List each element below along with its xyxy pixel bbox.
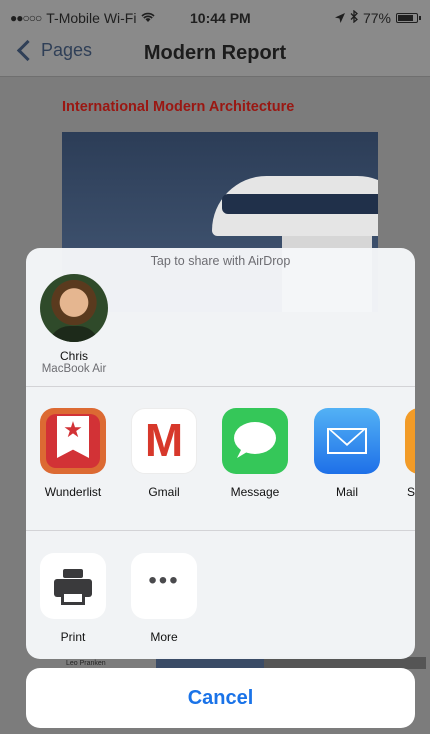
- divider: [26, 530, 415, 531]
- status-bar: ●●○○○ T-Mobile Wi-Fi 10:44 PM 77%: [0, 0, 430, 34]
- wunderlist-icon: ★: [40, 408, 106, 474]
- photo-caption: Leo Pranken: [66, 660, 106, 667]
- share-app-gmail[interactable]: M Gmail: [119, 408, 209, 499]
- contact-device: MacBook Air: [41, 363, 107, 375]
- app-label: Mail: [335, 485, 358, 499]
- action-label: Print: [60, 630, 86, 644]
- action-label: More: [150, 630, 178, 644]
- more-action[interactable]: ••• More: [119, 553, 209, 644]
- carrier-name: T-Mobile Wi-Fi: [46, 10, 137, 26]
- bluetooth-icon: [350, 9, 358, 26]
- message-icon: [222, 408, 288, 474]
- status-left: ●●○○○ T-Mobile Wi-Fi: [10, 10, 156, 26]
- app-label: Message: [230, 485, 280, 499]
- airdrop-hint: Tap to share with AirDrop: [150, 254, 291, 268]
- contact-name: Chris: [59, 349, 88, 363]
- share-app-wunderlist[interactable]: ★ Wunderlist: [28, 408, 118, 499]
- share-app-message[interactable]: Message: [210, 408, 300, 499]
- more-dots: •••: [148, 567, 180, 594]
- signal-strength-icon: ●●○○○: [10, 11, 42, 25]
- app-label: Gmail: [148, 485, 180, 499]
- print-action[interactable]: Print: [28, 553, 118, 644]
- avatar-shirt: [48, 326, 100, 342]
- share-app-mail[interactable]: Mail: [302, 408, 392, 499]
- app-label: Wunderlist: [44, 485, 102, 499]
- page-title: Modern Report: [143, 42, 287, 64]
- gmail-icon: M: [131, 408, 197, 474]
- nav-bar: Pages Modern Report: [0, 34, 430, 77]
- wifi-icon: [141, 10, 156, 26]
- gmail-m-glyph: M: [144, 414, 184, 466]
- message-bubble: [234, 422, 276, 454]
- app-label: Sa: [407, 485, 415, 499]
- printer-top: [63, 569, 83, 578]
- cancel-button[interactable]: Cancel: [26, 668, 415, 728]
- battery-icon: [396, 13, 421, 23]
- tower-windows: [222, 194, 378, 214]
- star-icon: ★: [63, 417, 83, 442]
- location-arrow-icon: [334, 10, 345, 26]
- share-sheet: Tap to share with AirDrop Chris MacBook …: [26, 248, 415, 659]
- printer-paper: [61, 591, 85, 605]
- battery-percent: 77%: [362, 10, 391, 26]
- mail-icon: [314, 408, 380, 474]
- document-heading: International Modern Architecture: [62, 99, 295, 115]
- status-time: 10:44 PM: [190, 10, 251, 26]
- status-right: 77%: [334, 9, 421, 26]
- safari-icon: [405, 408, 415, 474]
- avatar: [40, 274, 108, 342]
- printer-icon: [40, 553, 106, 619]
- divider: [26, 386, 415, 387]
- share-app-safari[interactable]: Sa: [393, 408, 415, 499]
- battery-fill: [398, 15, 414, 21]
- airdrop-contact[interactable]: Chris MacBook Air: [32, 274, 116, 375]
- more-icon: •••: [131, 553, 197, 619]
